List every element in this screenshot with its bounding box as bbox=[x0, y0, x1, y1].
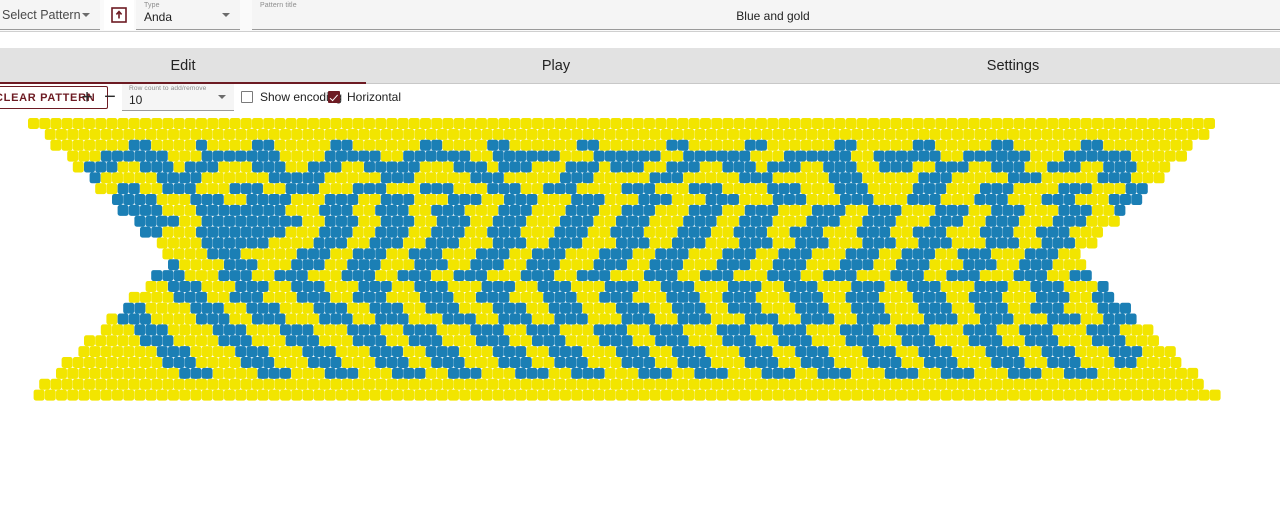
row-count-value: 10 bbox=[129, 93, 143, 107]
chevron-down-icon bbox=[82, 13, 90, 17]
horizontal-checkbox[interactable]: Horizontal bbox=[328, 84, 401, 110]
main-tabs: Edit Play Settings bbox=[0, 48, 1280, 84]
tab-edit-label: Edit bbox=[170, 57, 196, 74]
tab-settings-label: Settings bbox=[986, 57, 1040, 74]
row-count-label: Row count to add/remove bbox=[129, 85, 207, 92]
select-pattern-dropdown[interactable]: Select Pattern bbox=[0, 0, 100, 30]
show-encoding-checkbox[interactable]: Show encoding bbox=[241, 84, 342, 110]
type-label: Type bbox=[144, 2, 160, 9]
tab-play[interactable]: Play bbox=[366, 48, 746, 83]
horizontal-label: Horizontal bbox=[347, 90, 402, 104]
import-pattern-icon bbox=[111, 7, 127, 23]
type-value: Anda bbox=[144, 10, 173, 24]
beadwork-pattern-editor: Select Pattern Type Anda Pattern title B… bbox=[0, 0, 1280, 517]
add-rows-button[interactable]: + bbox=[76, 85, 98, 110]
tab-play-label: Play bbox=[541, 57, 571, 74]
pattern-title-value: Blue and gold bbox=[736, 9, 810, 23]
top-toolbar: Select Pattern Type Anda Pattern title B… bbox=[0, 0, 1280, 32]
bead-pattern-canvas[interactable] bbox=[0, 116, 1280, 416]
edit-toolbar: CLEAR PATTERN + − Row count to add/remov… bbox=[0, 84, 1280, 114]
chevron-down-icon bbox=[222, 13, 230, 17]
chevron-down-icon bbox=[218, 95, 226, 99]
select-pattern-value: Select Pattern bbox=[2, 8, 81, 22]
checkbox-box bbox=[241, 91, 253, 103]
row-count-dropdown[interactable]: Row count to add/remove 10 bbox=[122, 84, 234, 111]
import-pattern-button[interactable] bbox=[104, 0, 134, 30]
checkbox-box bbox=[328, 91, 340, 103]
bead-grid[interactable] bbox=[0, 116, 1280, 416]
pattern-title-label: Pattern title bbox=[260, 2, 297, 9]
remove-rows-button[interactable]: − bbox=[99, 85, 121, 110]
type-dropdown[interactable]: Type Anda bbox=[136, 0, 240, 30]
tab-edit[interactable]: Edit bbox=[0, 48, 366, 84]
pattern-title-input[interactable]: Pattern title Blue and gold bbox=[252, 0, 1280, 30]
tab-settings[interactable]: Settings bbox=[746, 48, 1280, 83]
